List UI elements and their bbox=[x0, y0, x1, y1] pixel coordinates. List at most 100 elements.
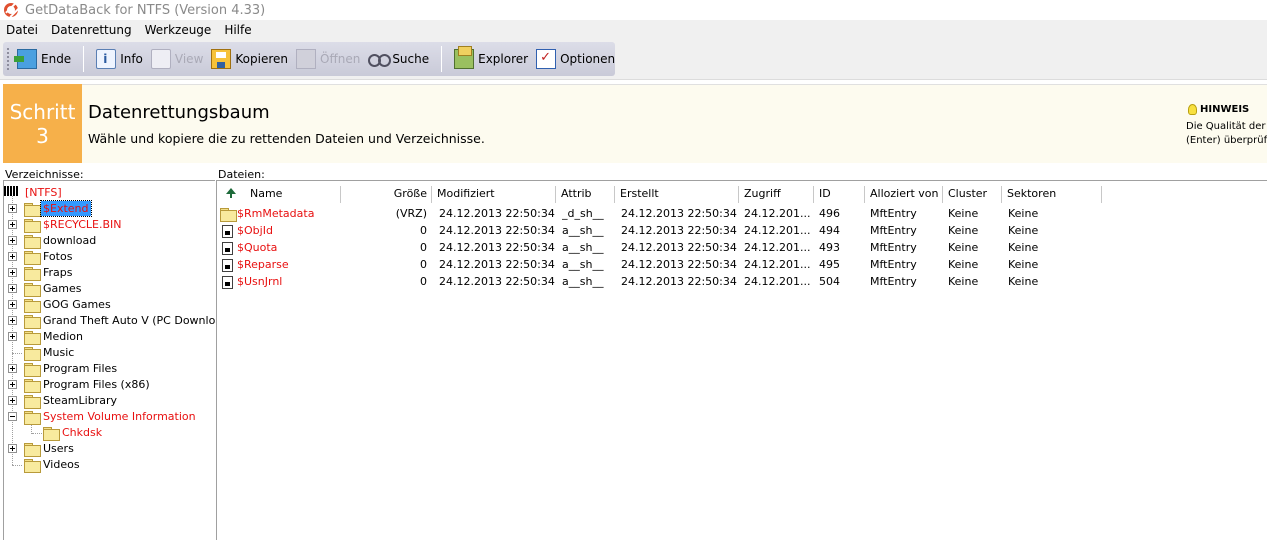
expand-plus-icon[interactable] bbox=[8, 284, 17, 293]
hint-heading: HINWEIS bbox=[1188, 104, 1249, 115]
tree-item[interactable]: Fraps bbox=[41, 265, 75, 280]
optionen-button[interactable]: Optionen bbox=[532, 45, 619, 73]
cell-created: 24.12.2013 22:50:34 bbox=[621, 207, 737, 220]
cell-attrib: a__sh__ bbox=[562, 224, 604, 237]
menu-datenrettung[interactable]: Datenrettung bbox=[45, 23, 139, 37]
tree-item[interactable]: SteamLibrary bbox=[41, 393, 119, 408]
folder-icon bbox=[24, 283, 41, 297]
expand-plus-icon[interactable] bbox=[8, 364, 17, 373]
lightbulb-icon bbox=[1188, 104, 1197, 115]
folder-icon bbox=[24, 315, 41, 329]
column-header[interactable]: Attrib bbox=[556, 186, 615, 203]
expand-plus-icon[interactable] bbox=[8, 396, 17, 405]
tree-item[interactable]: GOG Games bbox=[41, 297, 113, 312]
column-header[interactable]: Größe bbox=[341, 186, 432, 203]
folder-icon bbox=[24, 267, 41, 281]
tree-item[interactable]: Grand Theft Auto V (PC Download) bbox=[41, 313, 235, 328]
cell-name: $ObjId bbox=[237, 224, 273, 237]
expand-plus-icon[interactable] bbox=[8, 236, 17, 245]
cell-access: 24.12.201... bbox=[744, 275, 811, 288]
menu-werkzeuge[interactable]: Werkzeuge bbox=[139, 23, 219, 37]
column-header[interactable]: ID bbox=[814, 186, 865, 203]
explorer-button[interactable]: Explorer bbox=[450, 45, 532, 73]
cell-modified: 24.12.2013 22:50:34 bbox=[439, 258, 555, 271]
step-label: Schritt bbox=[9, 100, 76, 124]
expand-plus-icon[interactable] bbox=[8, 252, 17, 261]
cell-created: 24.12.2013 22:50:34 bbox=[621, 224, 737, 237]
column-header[interactable]: Name bbox=[217, 186, 341, 203]
cell-size: (VRZ) bbox=[395, 207, 427, 220]
tree-item[interactable]: Program Files bbox=[41, 361, 119, 376]
tree-root[interactable]: [NTFS] bbox=[23, 185, 64, 200]
tree-item[interactable]: $RECYCLE.BIN bbox=[41, 217, 123, 232]
toolbar-separator bbox=[441, 46, 443, 72]
cell-access: 24.12.201... bbox=[744, 258, 811, 271]
tree-item[interactable]: Music bbox=[41, 345, 76, 360]
expand-plus-icon[interactable] bbox=[8, 268, 17, 277]
column-header[interactable]: Erstellt bbox=[615, 186, 739, 203]
cell-size: 0 bbox=[420, 224, 427, 237]
cell-name: $UsnJrnl bbox=[237, 275, 283, 288]
expand-plus-icon[interactable] bbox=[8, 204, 17, 213]
menu-datei[interactable]: Datei bbox=[0, 23, 45, 37]
cell-cluster: Keine bbox=[948, 275, 979, 288]
cell-cluster: Keine bbox=[948, 258, 979, 271]
cell-alloc: MftEntry bbox=[870, 275, 917, 288]
info-icon bbox=[96, 49, 117, 69]
tree-item[interactable]: Fotos bbox=[41, 249, 74, 264]
column-header[interactable]: Modifiziert bbox=[432, 186, 556, 203]
expand-plus-icon[interactable] bbox=[8, 380, 17, 389]
cell-access: 24.12.201... bbox=[744, 207, 811, 220]
tree-item[interactable]: Games bbox=[41, 281, 83, 296]
folder-icon bbox=[24, 251, 41, 265]
column-header[interactable]: Alloziert von bbox=[865, 186, 943, 203]
oeffnen-button[interactable]: Öffnen bbox=[292, 45, 364, 73]
tree-item[interactable]: Medion bbox=[41, 329, 85, 344]
tree-item[interactable]: $Extend bbox=[40, 200, 92, 217]
info-button[interactable]: Info bbox=[92, 45, 147, 73]
expand-plus-icon[interactable] bbox=[8, 300, 17, 309]
expand-plus-icon[interactable] bbox=[8, 444, 17, 453]
collapse-minus-icon[interactable] bbox=[8, 412, 17, 421]
toolbar-separator bbox=[83, 46, 85, 72]
tree-item[interactable]: Program Files (x86) bbox=[41, 377, 152, 392]
folder-icon bbox=[24, 411, 41, 425]
ende-button[interactable]: Ende bbox=[13, 45, 75, 73]
open-folder-icon bbox=[296, 49, 316, 69]
toolbar-grip[interactable] bbox=[7, 48, 9, 70]
kopieren-button[interactable]: Kopieren bbox=[207, 45, 292, 73]
checklist-icon bbox=[536, 49, 557, 69]
expand-plus-icon[interactable] bbox=[8, 316, 17, 325]
cell-id: 493 bbox=[819, 241, 840, 254]
system-file-icon bbox=[222, 259, 233, 272]
title-bar: GetDataBack for NTFS (Version 4.33) bbox=[0, 0, 1267, 20]
suche-button[interactable]: Suche bbox=[364, 45, 433, 73]
column-header[interactable]: Cluster bbox=[943, 186, 1002, 203]
cell-alloc: MftEntry bbox=[870, 224, 917, 237]
system-file-icon bbox=[222, 242, 233, 255]
menu-hilfe[interactable]: Hilfe bbox=[218, 23, 258, 37]
tree-item[interactable]: Videos bbox=[41, 457, 82, 472]
cell-sectors: Keine bbox=[1008, 275, 1039, 288]
exit-icon bbox=[14, 49, 37, 69]
tree-item[interactable]: download bbox=[41, 233, 98, 248]
tree-item[interactable]: Chkdsk bbox=[60, 425, 104, 440]
column-header[interactable]: Zugriff bbox=[739, 186, 814, 203]
cell-alloc: MftEntry bbox=[870, 241, 917, 254]
app-lifebuoy-icon bbox=[3, 2, 19, 18]
view-button[interactable]: View bbox=[147, 45, 207, 73]
cell-sectors: Keine bbox=[1008, 258, 1039, 271]
cell-access: 24.12.201... bbox=[744, 224, 811, 237]
folder-icon bbox=[24, 203, 41, 217]
step-subtitle: Wähle und kopiere die zu rettenden Datei… bbox=[88, 131, 485, 146]
view-icon bbox=[150, 49, 171, 69]
tree-item[interactable]: System Volume Information bbox=[41, 409, 198, 424]
tree-item[interactable]: Users bbox=[41, 441, 76, 456]
hint-text: Die Qualität der g (Enter) überprüft bbox=[1186, 121, 1267, 146]
cell-created: 24.12.2013 22:50:34 bbox=[621, 241, 737, 254]
column-header[interactable]: Sektoren bbox=[1002, 186, 1102, 203]
cell-id: 504 bbox=[819, 275, 840, 288]
cell-sectors: Keine bbox=[1008, 224, 1039, 237]
expand-plus-icon[interactable] bbox=[8, 332, 17, 341]
expand-plus-icon[interactable] bbox=[8, 220, 17, 229]
